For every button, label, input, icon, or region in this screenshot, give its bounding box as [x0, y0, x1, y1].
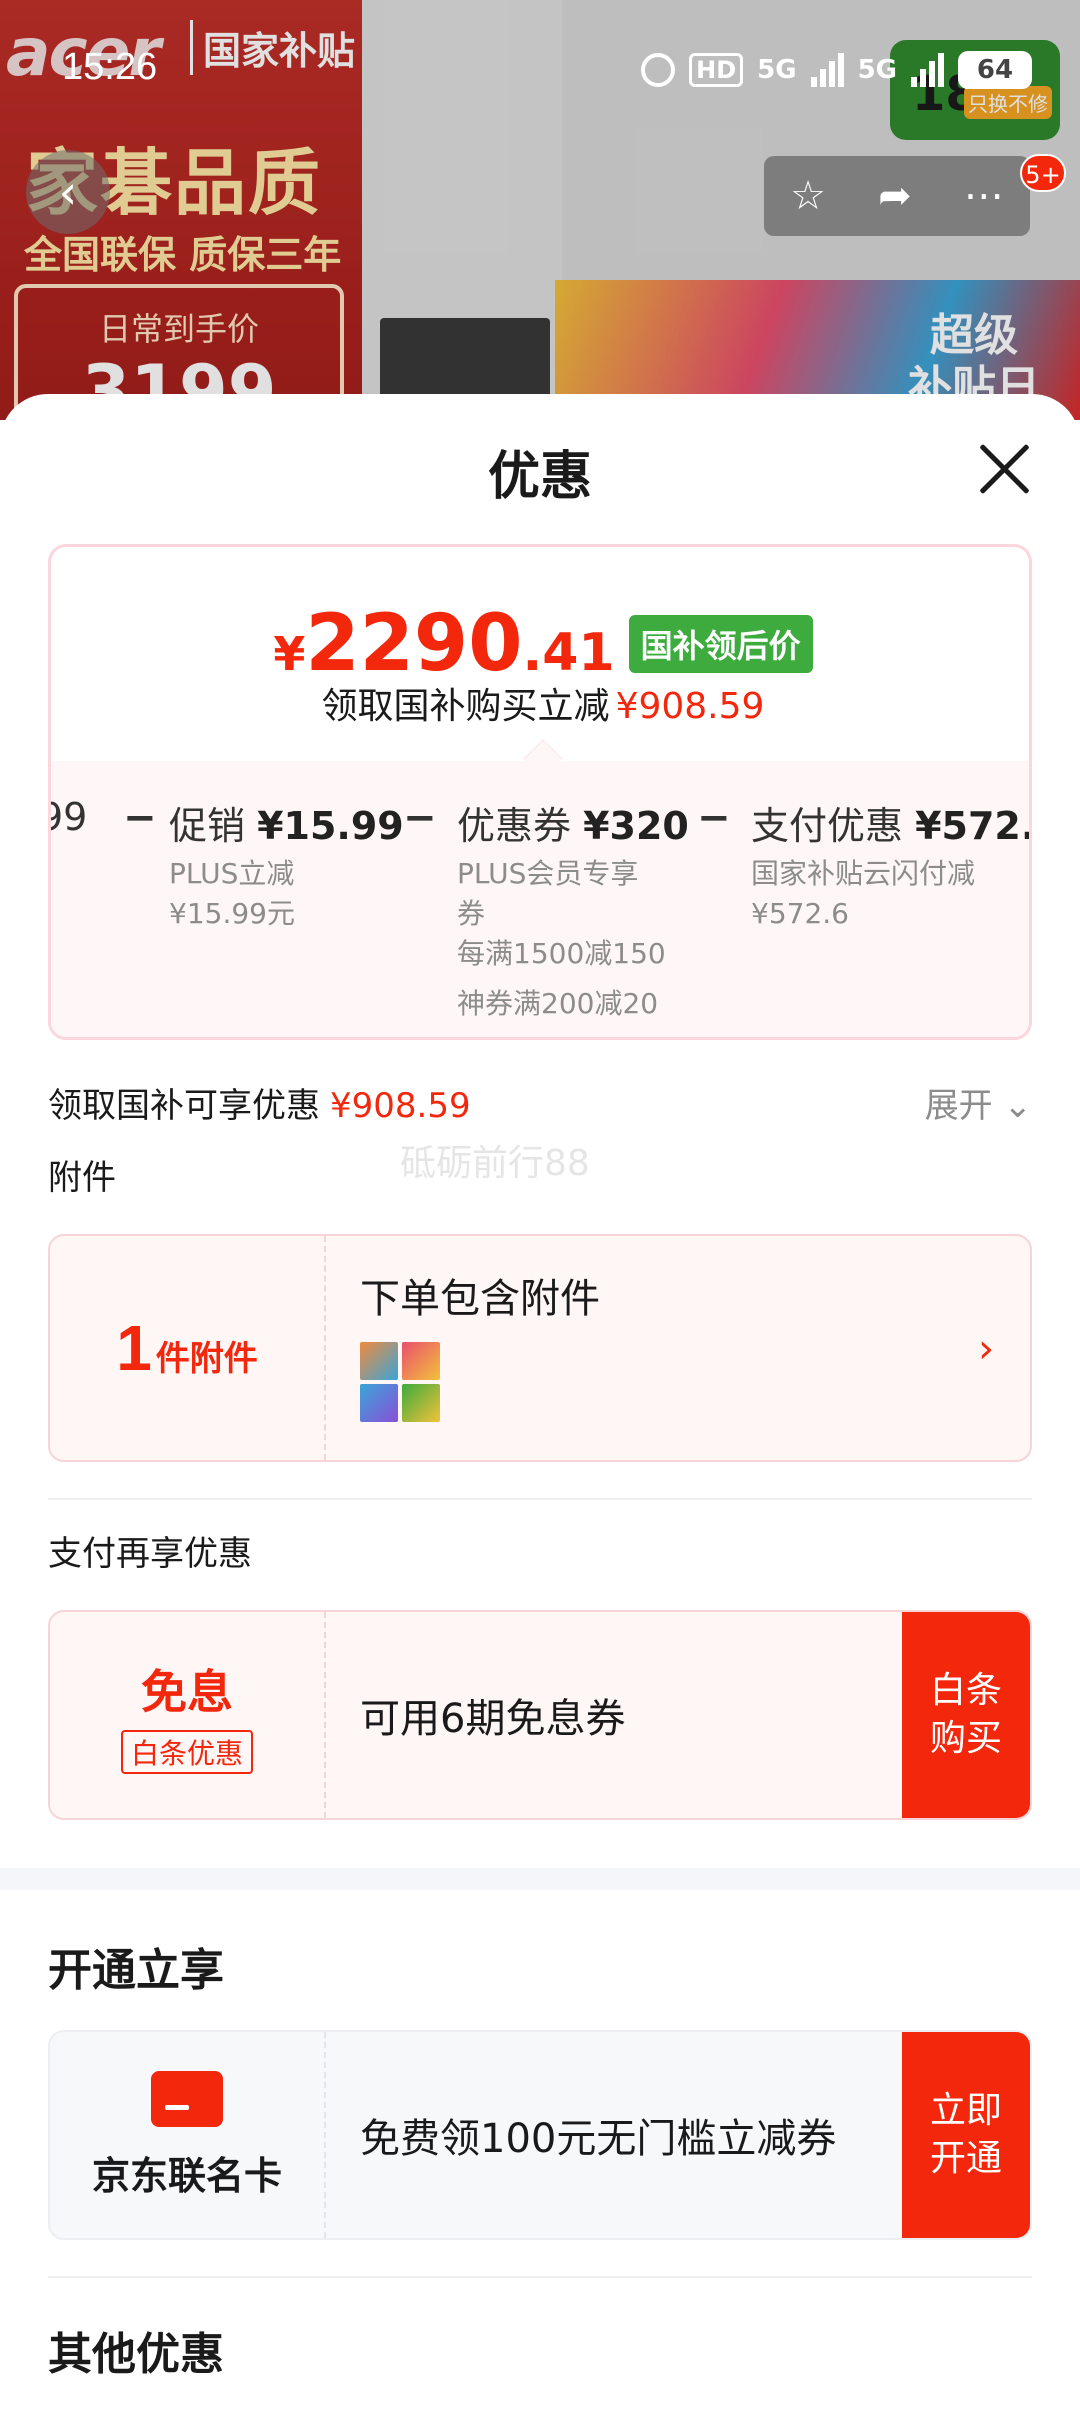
breakdown-coupon-amount: ¥320	[583, 804, 689, 848]
interest-free-text: 可用6期免息券	[360, 1696, 626, 1742]
co-brand-text: 免费领100元无门槛立减券	[360, 2116, 837, 2162]
expand-label: 展开	[924, 1086, 993, 1126]
divider	[48, 2276, 1032, 2278]
breakdown-item-coupon: 优惠券 ¥320 PLUS会员专享 券 每满1500减150 神券满200减20	[457, 795, 689, 1024]
co-brand-card-name: 京东联名卡	[91, 2153, 282, 2198]
breakdown-coupon-label: 优惠券	[457, 804, 572, 848]
breakdown-coupon-main: 优惠券 ¥320	[457, 795, 689, 850]
breakdown-promotion-label: 促销	[169, 804, 246, 848]
enjoy-amount: ¥908.59	[330, 1086, 471, 1126]
battery-icon: 64	[958, 51, 1032, 89]
final-price-row: ¥ 2290 .41 国补领后价	[51, 599, 1029, 689]
more-icon[interactable]: ⋯	[964, 173, 1004, 219]
accessory-card[interactable]: 1 件附件 下单包含附件 ›	[48, 1234, 1032, 1462]
status-time: 15:26	[62, 46, 158, 88]
accessory-count-panel: 1 件附件	[50, 1236, 326, 1460]
subsidy-reduction-label: 领取国补购买立减	[321, 686, 610, 727]
breakdown-payment-label: 支付优惠	[751, 804, 904, 848]
breakdown-item-promotion: 促销 ¥15.99 PLUS立减 ¥15.99元	[169, 795, 404, 934]
hd-icon: HD	[689, 53, 744, 87]
minus-sign: −	[403, 795, 437, 841]
watermark-text: 砥砺前行88	[400, 1143, 590, 1184]
discount-breakdown[interactable]: 99 ` − 促销 ¥15.99 PLUS立减 ¥15.99元 − 优惠券 ¥3…	[51, 761, 1029, 1037]
breakdown-item-partial: 99 `	[51, 795, 88, 883]
accessory-title: 下单包含附件	[360, 1276, 600, 1322]
share-icon[interactable]: ➦	[878, 173, 912, 219]
price-currency: ¥	[273, 627, 306, 681]
co-brand-panel: 京东联名卡	[50, 2032, 326, 2238]
breakdown-coupon-sub-3: 每满1500减150	[457, 937, 666, 970]
signal-icon	[810, 53, 844, 87]
net-5g-label-2: 5G	[857, 55, 897, 85]
back-button[interactable]: ‹	[26, 150, 110, 234]
enjoy-label: 领取国补可享优惠	[48, 1086, 320, 1126]
alarm-icon	[641, 53, 676, 87]
section-separator	[0, 1868, 1080, 1890]
interest-free-body: 可用6期免息券	[360, 1612, 625, 1818]
subsidy-price-tag: 国补领后价	[628, 615, 813, 673]
baitiao-tag: 白条优惠	[120, 1730, 253, 1774]
minus-sign: −	[697, 795, 731, 841]
accessory-count-label: 件附件	[155, 1339, 258, 1379]
accessory-thumbnail	[360, 1342, 440, 1422]
breakdown-partial-sub: `	[51, 843, 87, 883]
minus-sign: −	[123, 795, 157, 841]
open-now-button[interactable]: 立即开通	[902, 2032, 1030, 2238]
net-5g-label: 5G	[757, 55, 797, 85]
breakdown-promotion-main: 促销 ¥15.99	[169, 795, 404, 850]
credit-card-icon	[151, 2070, 223, 2127]
breakdown-coupon-sub-1: PLUS会员专享	[457, 857, 639, 890]
price-integer: 2290	[305, 599, 523, 689]
payment-section-label: 支付再享优惠	[48, 1534, 252, 1574]
subsidy-reduction-line: 领取国补购买立减 ¥908.59	[51, 677, 1029, 729]
price-decimal: .41	[522, 623, 615, 683]
breakdown-coupon-sub-4: 神券满200减20	[457, 987, 659, 1020]
accessory-count: 1 件附件	[116, 1311, 258, 1385]
co-brand-card[interactable]: 京东联名卡 免费领100元无门槛立减券 立即开通	[48, 2030, 1032, 2240]
signal-icon-2	[911, 53, 944, 87]
breakdown-coupon-sub-2: 券	[457, 897, 486, 930]
star-icon[interactable]: ☆	[790, 173, 826, 219]
subsidy-enjoy-row: 领取国补可享优惠 ¥908.59 展开 ⌄	[48, 1078, 1032, 1128]
other-section-label: 其他优惠	[48, 2329, 224, 2380]
interest-free-title: 免息	[141, 1665, 233, 1719]
notification-badge: 5+	[1020, 154, 1066, 192]
open-section-label: 开通立享	[48, 1945, 224, 1996]
breakdown-scroller[interactable]: 99 ` − 促销 ¥15.99 PLUS立减 ¥15.99元 − 优惠券 ¥3…	[51, 761, 1029, 1037]
breakdown-payment-main: 支付优惠 ¥572.6	[751, 795, 1029, 850]
top-action-bar: ☆ ➦ ⋯	[764, 156, 1030, 236]
breakdown-partial-amount: 99	[51, 795, 88, 839]
discount-sheet: 优惠 ¥ 2290 .41 国补领后价 领取国补购买立减¥908.59 99 `…	[0, 394, 1080, 2412]
breakdown-promotion-sub-2: ¥15.99元	[169, 897, 295, 930]
close-icon[interactable]	[972, 436, 1038, 502]
sheet-title: 优惠	[487, 447, 592, 507]
divider	[48, 1498, 1032, 1500]
interest-free-card[interactable]: 免息 白条优惠 可用6期免息券 白条购买	[48, 1610, 1032, 1820]
price-summary-card: ¥ 2290 .41 国补领后价 领取国补购买立减¥908.59 99 ` − …	[48, 544, 1032, 1040]
breakdown-promotion-sub-1: PLUS立减	[169, 857, 295, 890]
breakdown-payment-sub-2: ¥572.6	[751, 897, 849, 930]
status-icons: HD 5G 5G 64	[641, 46, 1032, 94]
breakdown-promotion-amount: ¥15.99	[257, 804, 404, 848]
chevron-left-icon: ‹	[58, 165, 78, 219]
interest-free-panel: 免息 白条优惠	[50, 1612, 326, 1818]
baitiao-buy-button[interactable]: 白条购买	[902, 1612, 1030, 1818]
breakdown-item-payment: 支付优惠 ¥572.6 国家补贴云闪付减 ¥572.6	[751, 795, 1029, 934]
expand-button[interactable]: 展开 ⌄	[925, 1078, 1032, 1127]
status-bar: 15:26 HD 5G 5G 64	[0, 0, 1080, 130]
accessory-count-number: 1	[116, 1312, 152, 1384]
chevron-right-icon: ›	[978, 1326, 994, 1372]
breakdown-payment-amount: ¥572.6	[915, 804, 1029, 848]
co-brand-body: 免费领100元无门槛立减券	[360, 2032, 836, 2238]
accessory-section-label: 附件	[48, 1158, 116, 1198]
price-summary-top: ¥ 2290 .41 国补领后价 领取国补购买立减 ¥908.59	[51, 547, 1029, 761]
breakdown-payment-sub-1: 国家补贴云闪付减	[751, 857, 976, 890]
subsidy-reduction-amount: ¥908.59	[615, 686, 765, 727]
chevron-down-icon: ⌄	[1003, 1086, 1033, 1126]
accessory-body: 下单包含附件	[360, 1236, 600, 1460]
